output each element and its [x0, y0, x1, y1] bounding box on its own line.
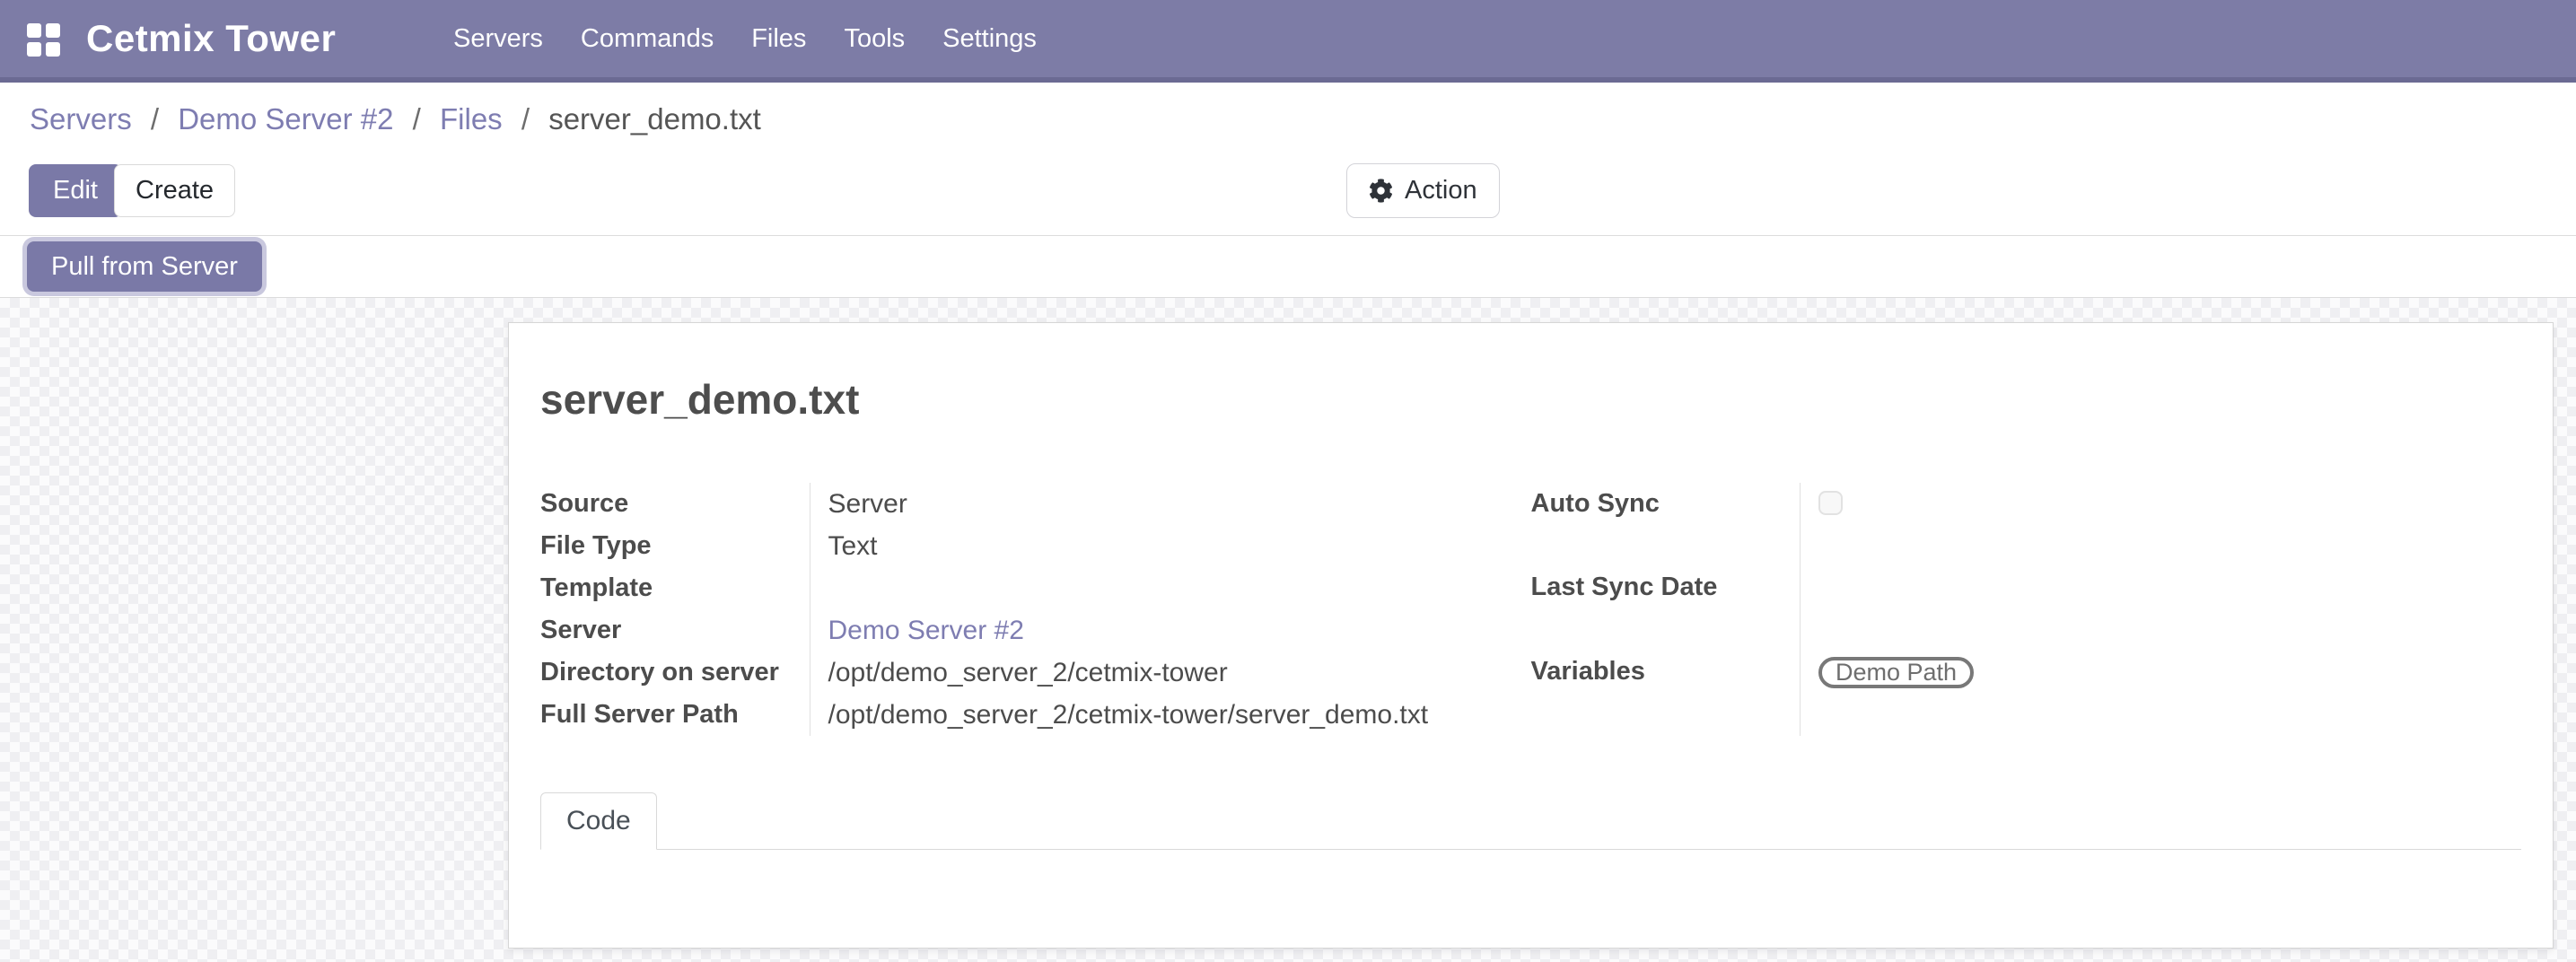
breadcrumb-separator: / — [413, 102, 421, 136]
notebook-tabs: Code — [540, 792, 2521, 850]
edit-button[interactable]: Edit — [29, 164, 122, 217]
menu-item-settings[interactable]: Settings — [924, 0, 1056, 77]
field-label-template: Template — [540, 567, 810, 609]
control-panel: Servers / Demo Server #2 / Files / serve… — [0, 88, 2576, 235]
menu-item-tools[interactable]: Tools — [825, 0, 924, 77]
field-value-source: Server — [810, 483, 1531, 525]
field-groups: Source Server File Type Text Template Se… — [540, 483, 2521, 736]
field-row-full-server-path: Full Server Path /opt/demo_server_2/cetm… — [540, 694, 1531, 736]
gear-icon — [1369, 179, 1393, 203]
field-row-source: Source Server — [540, 483, 1531, 525]
field-value-file-type: Text — [810, 525, 1531, 567]
page-title: server_demo.txt — [540, 372, 2521, 426]
auto-sync-checkbox[interactable] — [1818, 491, 1843, 515]
field-row-directory-on-server: Directory on server /opt/demo_server_2/c… — [540, 652, 1531, 694]
field-label-full-server-path: Full Server Path — [540, 694, 810, 736]
field-row-template: Template — [540, 567, 1531, 609]
field-row-server: Server Demo Server #2 — [540, 609, 1531, 652]
field-row-file-type: File Type Text — [540, 525, 1531, 567]
field-row-last-sync-date: Last Sync Date — [1531, 566, 2522, 650]
field-group-left: Source Server File Type Text Template Se… — [540, 483, 1531, 736]
form-sheet: server_demo.txt Source Server File Type … — [508, 322, 2554, 949]
menu-item-files[interactable]: Files — [732, 0, 825, 77]
breadcrumb-link-servers[interactable]: Servers — [30, 102, 132, 136]
field-value-server-link[interactable]: Demo Server #2 — [828, 616, 1024, 645]
breadcrumb: Servers / Demo Server #2 / Files / serve… — [30, 102, 761, 136]
top-navbar: Cetmix Tower Servers Commands Files Tool… — [0, 0, 2576, 83]
action-button[interactable]: Action — [1346, 163, 1500, 218]
field-row-variables: Variables Demo Path — [1531, 651, 2522, 736]
action-button-label: Action — [1405, 176, 1477, 206]
field-value-template — [810, 567, 1531, 609]
notebook: Code — [540, 792, 2521, 850]
create-button[interactable]: Create — [114, 164, 235, 217]
field-label-file-type: File Type — [540, 525, 810, 567]
field-label-variables: Variables — [1531, 651, 1801, 736]
field-label-directory-on-server: Directory on server — [540, 652, 810, 694]
field-label-source: Source — [540, 483, 810, 525]
variables-tag-demo-path: Demo Path — [1818, 657, 1974, 688]
field-label-last-sync-date: Last Sync Date — [1531, 566, 1801, 650]
menu-item-servers[interactable]: Servers — [434, 0, 562, 77]
breadcrumb-link-files[interactable]: Files — [440, 102, 503, 136]
breadcrumb-link-demo-server-2[interactable]: Demo Server #2 — [178, 102, 393, 136]
field-group-right: Auto Sync Last Sync Date Variables Demo … — [1531, 483, 2522, 736]
main-menu: Servers Commands Files Tools Settings — [434, 0, 1056, 77]
menu-item-commands[interactable]: Commands — [562, 0, 732, 77]
field-value-directory-on-server: /opt/demo_server_2/cetmix-tower — [810, 652, 1531, 694]
breadcrumb-current: server_demo.txt — [548, 102, 761, 136]
pull-from-server-button[interactable]: Pull from Server — [27, 241, 262, 292]
field-value-full-server-path: /opt/demo_server_2/cetmix-tower/server_d… — [810, 694, 1531, 736]
field-label-server: Server — [540, 609, 810, 652]
tab-code[interactable]: Code — [540, 792, 657, 850]
field-value-last-sync-date — [1801, 566, 2522, 650]
status-bar: Pull from Server — [0, 235, 2576, 298]
field-label-auto-sync: Auto Sync — [1531, 483, 1801, 566]
cetmix-tower-window: Cetmix Tower Servers Commands Files Tool… — [0, 0, 2576, 962]
field-row-auto-sync: Auto Sync — [1531, 483, 2522, 566]
form-view-background: server_demo.txt Source Server File Type … — [0, 298, 2576, 962]
brand-title[interactable]: Cetmix Tower — [86, 0, 336, 77]
apps-grid-icon[interactable] — [27, 23, 60, 57]
breadcrumb-separator: / — [151, 102, 159, 136]
breadcrumb-separator: / — [521, 102, 530, 136]
